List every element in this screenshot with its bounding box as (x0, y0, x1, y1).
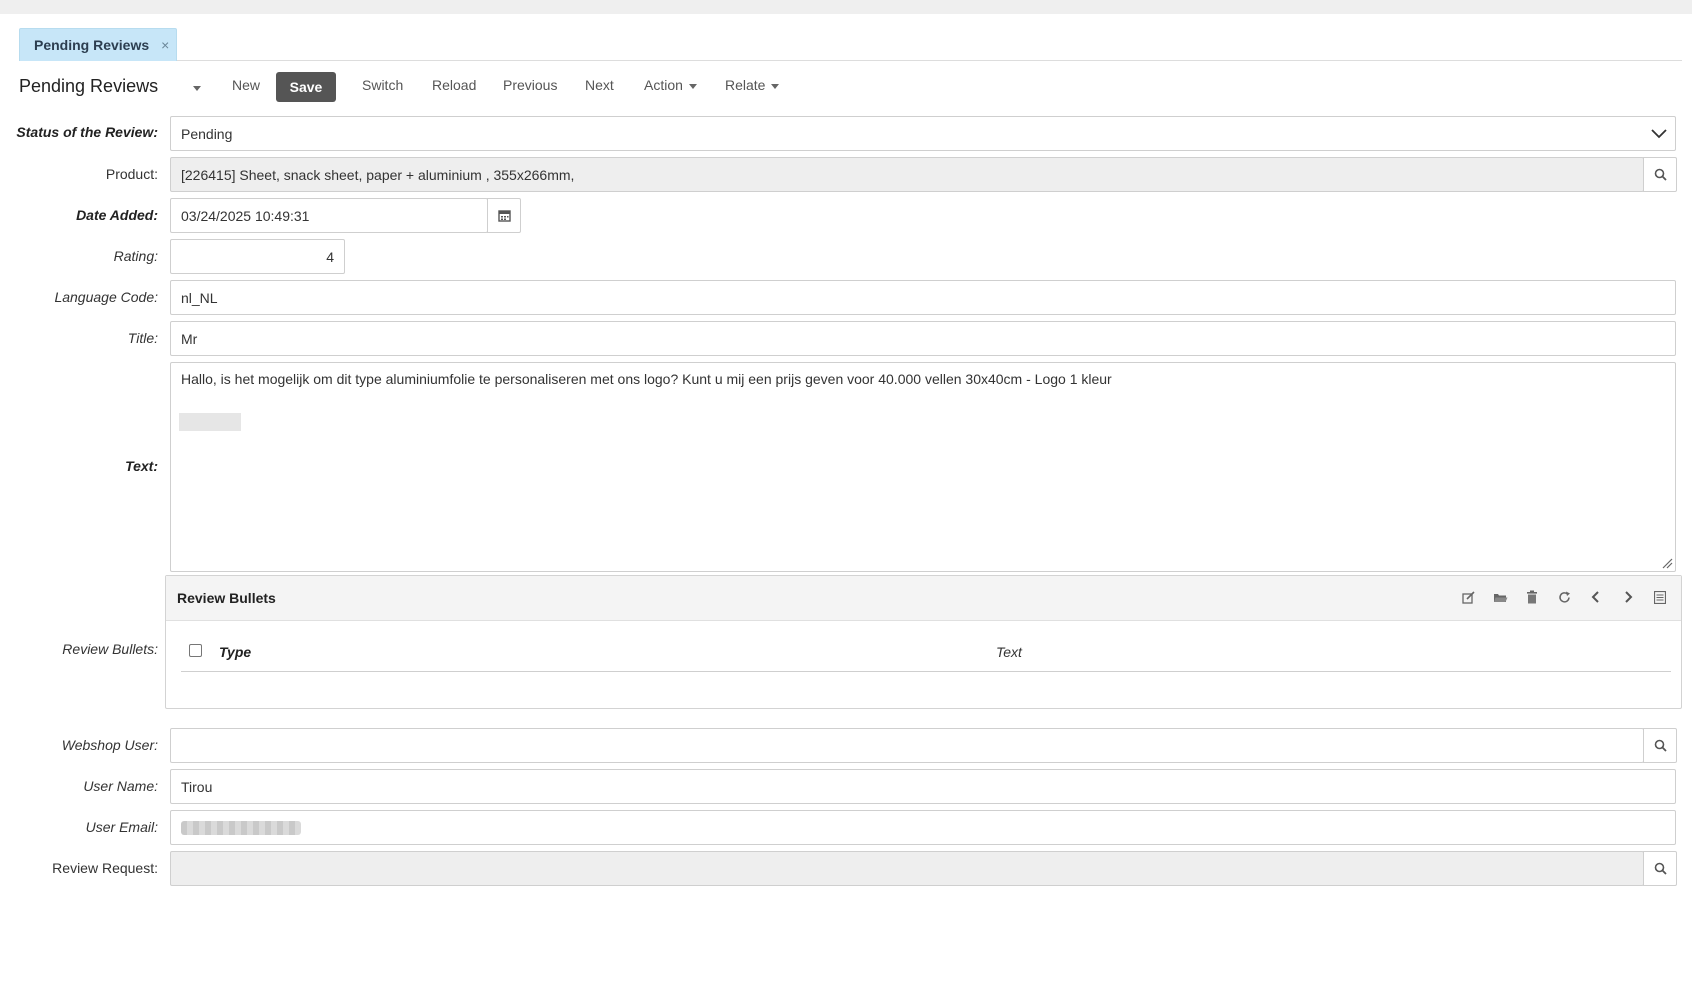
toolbar: Pending Reviews New Save Switch Reload P… (19, 71, 1682, 103)
action-label: Action (644, 77, 683, 93)
date-added-input[interactable]: 03/24/2025 10:49:31 (170, 198, 488, 233)
relate-menu-button[interactable]: Relate (725, 77, 780, 93)
resize-grip-icon[interactable] (1661, 557, 1673, 569)
status-select[interactable]: Pending (170, 116, 1676, 151)
review-request-search-button[interactable] (1643, 851, 1677, 886)
user-name-input[interactable]: Tirou (170, 769, 1676, 804)
column-header-text[interactable]: Text (996, 644, 1022, 660)
page-title: Pending Reviews (19, 76, 159, 96)
review-request-label: Review Request: (52, 860, 158, 876)
date-picker-button[interactable] (487, 198, 521, 233)
language-code-input[interactable]: nl_NL (170, 280, 1676, 315)
tab-label: Pending Reviews (34, 37, 150, 53)
user-email-label: User Email: (85, 819, 158, 835)
switch-button[interactable]: Switch (362, 77, 403, 93)
chevron-right-icon[interactable] (1619, 588, 1637, 606)
search-icon (1654, 168, 1667, 181)
relate-label: Relate (725, 77, 766, 93)
edit-icon[interactable] (1459, 588, 1477, 606)
product-search-button[interactable] (1643, 157, 1677, 192)
column-header-type[interactable]: Type (219, 644, 251, 660)
calendar-icon (497, 210, 511, 222)
webshop-user-label: Webshop User: (61, 737, 158, 753)
caret-down-icon (771, 83, 780, 89)
panel-title: Review Bullets (177, 590, 276, 606)
webshop-user-input[interactable] (170, 728, 1644, 763)
reload-button[interactable]: Reload (432, 77, 476, 93)
text-value: Hallo, is het mogelijk om dit type alumi… (181, 371, 1112, 387)
grid-header: Type Text (181, 636, 1671, 672)
review-request-field[interactable] (170, 851, 1644, 886)
tab-pending-reviews[interactable]: Pending Reviews × (19, 28, 177, 61)
rating-value: 4 (326, 248, 334, 265)
caret-down-icon (688, 83, 697, 89)
title-value: Mr (181, 330, 198, 347)
previous-button[interactable]: Previous (503, 77, 557, 93)
next-button[interactable]: Next (585, 77, 614, 93)
panel-tools (1459, 588, 1669, 606)
review-bullets-label: Review Bullets: (62, 641, 158, 657)
redacted-email (181, 820, 301, 835)
date-added-label: Date Added: (76, 207, 158, 223)
date-added-value: 03/24/2025 10:49:31 (181, 207, 310, 224)
refresh-icon[interactable] (1555, 588, 1573, 606)
top-strip (0, 0, 1692, 14)
search-icon (1654, 862, 1667, 875)
product-label: Product: (105, 166, 158, 182)
product-field[interactable]: [226415] Sheet, snack sheet, paper + alu… (170, 157, 1644, 192)
review-bullets-panel: Review Bullets Type Text (165, 575, 1682, 709)
user-email-input[interactable] (170, 810, 1676, 845)
webshop-user-search-button[interactable] (1643, 728, 1677, 763)
action-menu-button[interactable]: Action (644, 77, 697, 93)
save-button[interactable]: Save (276, 72, 336, 102)
title-dropdown-caret-icon[interactable] (187, 78, 207, 98)
panel-header: Review Bullets (166, 576, 1681, 621)
search-icon (1654, 739, 1667, 752)
trash-icon[interactable] (1523, 588, 1541, 606)
product-value: [226415] Sheet, snack sheet, paper + alu… (181, 166, 575, 183)
select-all-checkbox[interactable] (189, 644, 202, 657)
status-label: Status of the Review: (16, 124, 158, 140)
title-input[interactable]: Mr (170, 321, 1676, 356)
title-label: Title: (127, 330, 158, 346)
folder-open-icon[interactable] (1491, 588, 1509, 606)
rating-input[interactable]: 4 (170, 239, 345, 274)
redacted-block (179, 413, 241, 431)
chevron-down-icon (1651, 129, 1667, 139)
language-code-label: Language Code: (54, 289, 158, 305)
rating-label: Rating: (113, 248, 158, 264)
text-label: Text: (125, 458, 158, 474)
user-name-value: Tirou (181, 778, 213, 795)
language-code-value: nl_NL (181, 289, 218, 306)
text-textarea[interactable]: Hallo, is het mogelijk om dit type alumi… (170, 362, 1676, 572)
close-icon[interactable]: × (161, 37, 169, 53)
chevron-left-icon[interactable] (1587, 588, 1605, 606)
new-button[interactable]: New (232, 77, 260, 93)
status-value: Pending (181, 125, 233, 142)
tab-bar: Pending Reviews × (19, 28, 1682, 61)
user-name-label: User Name: (83, 778, 158, 794)
list-icon[interactable] (1651, 588, 1669, 606)
